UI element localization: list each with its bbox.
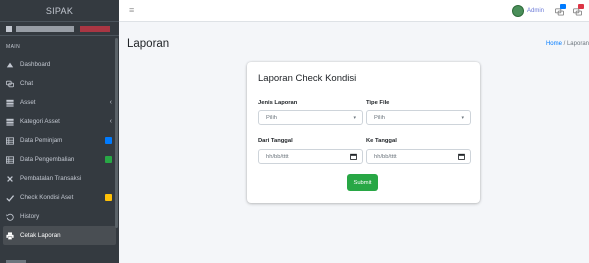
- count-badge: [105, 137, 112, 144]
- sidebar-item-chat[interactable]: Chat: [0, 74, 119, 93]
- nav-section-header: MAIN: [6, 44, 21, 50]
- history-icon: [5, 212, 15, 222]
- user-avatar: [6, 25, 12, 32]
- close-icon: [5, 174, 15, 184]
- sidebar: SIPAK MAIN Dashboard Chat Asset ‹ Katego…: [0, 0, 119, 263]
- user-name-bar: [16, 25, 74, 32]
- list-icon: [5, 155, 15, 165]
- chat-icon: [5, 79, 15, 89]
- sidebar-item-label: Chat: [20, 80, 34, 87]
- sidebar-item-label: Data Pengembalian: [20, 156, 75, 163]
- breadcrumb-home-link[interactable]: Home: [546, 41, 562, 47]
- date-placeholder: hh/bb/tttt: [374, 153, 397, 160]
- brand-logo[interactable]: SIPAK: [0, 0, 119, 22]
- sidebar-item-label: Check Kondisi Aset: [20, 194, 74, 201]
- dari-tanggal-label: Dari Tanggal: [258, 138, 293, 144]
- sidebar-item-pembatalan-transaksi[interactable]: Pembatalan Transaksi: [0, 169, 119, 188]
- sidebar-item-label: Data Peminjam: [20, 137, 63, 144]
- jenis-laporan-label: Jenis Laporan: [258, 100, 298, 106]
- category-icon: [5, 117, 15, 127]
- asset-icon: [5, 98, 15, 108]
- caret-down-icon: ▾: [461, 115, 464, 121]
- caret-down-icon: ▾: [353, 115, 356, 121]
- select-value: Pilih: [266, 114, 277, 121]
- notification-badge: [578, 4, 584, 9]
- print-icon: [5, 231, 15, 241]
- breadcrumb: Home / Laporan: [546, 41, 589, 47]
- sidebar-item-check-kondisi-aset[interactable]: Check Kondisi Aset: [0, 188, 119, 207]
- ke-tanggal-input[interactable]: hh/bb/tttt: [366, 149, 471, 164]
- report-form-card: Laporan Check Kondisi Jenis Laporan Pili…: [247, 62, 480, 203]
- sidebar-item-asset[interactable]: Asset ‹: [0, 93, 119, 112]
- tachometer-icon: [5, 60, 15, 70]
- breadcrumb-separator: /: [563, 41, 566, 47]
- top-navbar: ≡ Admin: [119, 0, 589, 22]
- page-title: Laporan: [127, 38, 170, 50]
- user-panel[interactable]: [0, 22, 119, 36]
- user-role-tag: [80, 25, 110, 32]
- chevron-left-icon: ‹: [109, 99, 112, 106]
- list-icon: [5, 136, 15, 146]
- jenis-laporan-select[interactable]: Pilih ▾: [258, 110, 363, 125]
- tipe-file-select[interactable]: Pilih ▾: [366, 110, 471, 125]
- sidebar-item-label: Pembatalan Transaksi: [20, 175, 82, 182]
- select-value: Pilih: [374, 114, 385, 121]
- submit-button[interactable]: Submit: [347, 174, 378, 191]
- sidebar-item-history[interactable]: History: [0, 207, 119, 226]
- sidebar-item-dashboard[interactable]: Dashboard: [0, 55, 119, 74]
- sidebar-item-label: Dashboard: [20, 61, 51, 68]
- user-avatar[interactable]: [511, 5, 524, 17]
- tipe-file-label: Tipe File: [366, 100, 390, 106]
- notification-badge: [560, 4, 566, 9]
- sidebar-item-label: Kategori Asset: [20, 118, 60, 125]
- chevron-left-icon: ‹: [109, 118, 112, 125]
- card-title: Laporan Check Kondisi: [258, 73, 357, 84]
- sidebar-item-cetak-laporan[interactable]: Cetak Laporan: [3, 226, 116, 245]
- user-menu-label[interactable]: Admin: [527, 8, 544, 14]
- sidebar-item-kategori-asset[interactable]: Kategori Asset ‹: [0, 112, 119, 131]
- sidebar-scrollbar[interactable]: [115, 38, 118, 228]
- date-placeholder: hh/bb/tttt: [266, 153, 289, 160]
- calendar-icon[interactable]: [350, 153, 357, 160]
- bell-notification-icon[interactable]: [571, 4, 584, 17]
- hamburger-menu-icon[interactable]: ≡: [129, 6, 134, 15]
- navbar-right: Admin: [511, 0, 589, 22]
- count-badge: [105, 194, 112, 201]
- chat-notification-icon[interactable]: [553, 4, 566, 17]
- ke-tanggal-label: Ke Tanggal: [366, 138, 397, 144]
- breadcrumb-current: Laporan: [566, 41, 589, 47]
- sidebar-item-data-peminjam[interactable]: Data Peminjam: [0, 131, 119, 150]
- count-badge: [105, 156, 112, 163]
- sidebar-item-label: Cetak Laporan: [20, 232, 61, 239]
- sidebar-item-label: History: [20, 213, 40, 220]
- check-icon: [5, 193, 15, 203]
- sidebar-item-label: Asset: [20, 99, 36, 106]
- dari-tanggal-input[interactable]: hh/bb/tttt: [258, 149, 363, 164]
- sidebar-item-data-pengembalian[interactable]: Data Pengembalian: [0, 150, 119, 169]
- calendar-icon[interactable]: [458, 153, 465, 160]
